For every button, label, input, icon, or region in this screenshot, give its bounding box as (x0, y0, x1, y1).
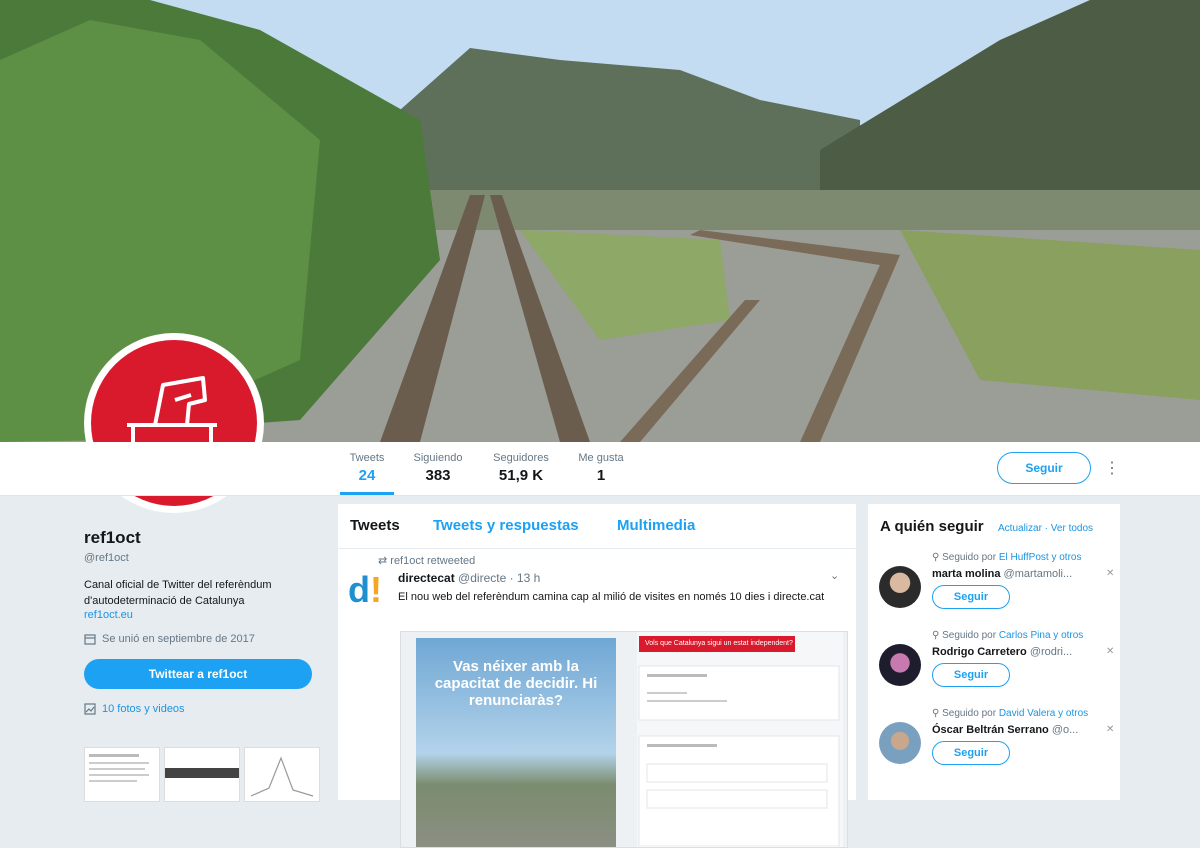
person-icon: ⚲ (932, 630, 940, 641)
thumb-logo-image (165, 766, 239, 780)
close-icon[interactable]: ✕ (1106, 724, 1114, 735)
tweet-author-handle[interactable]: @directe (458, 571, 506, 585)
suggestion-name[interactable]: Óscar Beltrán Serrano @o... (932, 724, 1078, 736)
who-to-follow-panel: A quién seguir Actualizar · Ver todos ⚲ … (868, 504, 1120, 800)
stat-likes-value: 1 (596, 467, 606, 484)
media-photo-panel: Vas néixer amb la capacitat de decidir. … (416, 638, 616, 847)
suggestion-follow-button[interactable]: Seguir (932, 663, 1010, 687)
followed-by-label: Seguido por (942, 552, 997, 563)
followed-by-text: ⚲ Seguido por David Valera y otros (932, 708, 1088, 719)
media-thumb-2[interactable] (164, 747, 240, 802)
tweet-author-name[interactable]: directecat (398, 571, 455, 585)
profile-handle: @ref1oct (84, 552, 129, 564)
photos-videos-link[interactable]: 10 fotos y videos (84, 703, 319, 715)
media-thumb-3[interactable] (244, 747, 320, 802)
suggestion-follow-button[interactable]: Seguir (932, 741, 1010, 765)
stat-followers-value: 51,9 K (498, 467, 544, 484)
avatar[interactable] (879, 722, 921, 764)
stat-likes-label: Me gusta (578, 452, 624, 464)
suggestion-handle: @rodri... (1029, 646, 1073, 658)
tweet-to-button[interactable]: Twittear a ref1oct (84, 659, 312, 689)
follow-button[interactable]: Seguir (997, 452, 1091, 484)
stat-followers[interactable]: Seguidores 51,9 K (488, 452, 554, 484)
suggestion-handle: @o... (1051, 724, 1079, 736)
followed-by-label: Seguido por (942, 630, 997, 641)
calendar-icon (84, 634, 96, 645)
photos-videos-label: 10 fotos y videos (102, 703, 185, 715)
stat-likes[interactable]: Me gusta 1 (574, 452, 628, 484)
media-thumb-1[interactable] (84, 747, 160, 802)
close-icon[interactable]: ✕ (1106, 646, 1114, 657)
suggestion-display-name: marta molina (932, 568, 1001, 580)
stat-following[interactable]: Siguiendo 383 (410, 452, 466, 484)
suggestion-display-name: Óscar Beltrán Serrano (932, 724, 1049, 736)
profile-website-link[interactable]: ref1oct.eu (84, 609, 319, 621)
vertical-dots-icon[interactable]: ⋮ (1104, 458, 1120, 478)
stat-tweets-label: Tweets (349, 452, 385, 464)
suggestion-name[interactable]: marta molina @martamoli... (932, 568, 1072, 580)
suggestion-handle: @martamoli... (1003, 568, 1073, 580)
refresh-link[interactable]: Actualizar (998, 523, 1042, 534)
suggestion-name[interactable]: Rodrigo Carretero @rodri... (932, 646, 1072, 658)
tweet-text: El nou web del referèndum camina cap al … (398, 591, 825, 603)
thumb-document-image (89, 754, 149, 782)
person-icon: ⚲ (932, 552, 940, 563)
profile-name[interactable]: ref1oct (84, 528, 319, 548)
who-to-follow-title: A quién seguir (880, 518, 984, 535)
stat-followers-label: Seguidores (493, 452, 549, 464)
profile-card: ref1oct @ref1oct Canal oficial de Twitte… (84, 528, 319, 715)
media-form-mockup (638, 665, 840, 846)
retweet-indicator: ⇄ ref1oct retweeted (378, 554, 475, 567)
tweet-timestamp[interactable]: · 13 h (510, 571, 541, 585)
followed-by-names[interactable]: El HuffPost y otros (999, 552, 1082, 563)
timeline-tabs: Tweets Tweets y respuestas Multimedia (338, 504, 856, 549)
joined-date-text: Se unió en septiembre de 2017 (102, 633, 255, 645)
suggestion-item[interactable]: ⚲ Seguido por El HuffPost y otros marta … (868, 552, 1120, 622)
media-red-label: Vols que Catalunya sigui un estat indepe… (639, 636, 795, 652)
retweet-icon: ⇄ (378, 555, 388, 567)
followed-by-names[interactable]: David Valera y otros (999, 708, 1088, 719)
suggestion-item[interactable]: ⚲ Seguido por David Valera y otros Óscar… (868, 708, 1120, 778)
view-all-link[interactable]: Ver todos (1051, 523, 1093, 534)
person-icon: ⚲ (932, 708, 940, 719)
tweet-author-avatar[interactable]: d! (348, 571, 388, 611)
stat-tweets-value: 24 (358, 467, 376, 484)
tweet-header: directecat @directe · 13 h (398, 571, 540, 585)
avatar[interactable] (879, 566, 921, 608)
who-to-follow-links: Actualizar · Ver todos (998, 523, 1094, 534)
thumb-chart-image (250, 756, 314, 797)
followed-by-text: ⚲ Seguido por El HuffPost y otros (932, 552, 1081, 563)
tweet-media-card[interactable]: Vas néixer amb la capacitat de decidir. … (400, 631, 848, 848)
tab-media[interactable]: Multimedia (617, 517, 695, 534)
suggestion-display-name: Rodrigo Carretero (932, 646, 1027, 658)
chevron-down-icon[interactable]: ⌄ (830, 569, 839, 582)
stat-following-label: Siguiendo (413, 452, 463, 464)
close-icon[interactable]: ✕ (1106, 568, 1114, 579)
followed-by-names[interactable]: Carlos Pina y otros (999, 630, 1083, 641)
suggestion-item[interactable]: ⚲ Seguido por Carlos Pina y otros Rodrig… (868, 630, 1120, 700)
followed-by-label: Seguido por (942, 708, 997, 719)
joined-date: Se unió en septiembre de 2017 (84, 633, 319, 645)
stat-following-value: 383 (425, 467, 451, 484)
profile-bio: Canal oficial de Twitter del referèndum … (84, 579, 272, 607)
stat-tweets[interactable]: Tweets 24 (340, 452, 394, 495)
tab-tweets-replies[interactable]: Tweets y respuestas (433, 517, 579, 534)
avatar[interactable] (879, 644, 921, 686)
tab-tweets[interactable]: Tweets (350, 517, 400, 534)
suggestion-follow-button[interactable]: Seguir (932, 585, 1010, 609)
followed-by-text: ⚲ Seguido por Carlos Pina y otros (932, 630, 1083, 641)
media-web-preview: Vols que Catalunya sigui un estat indepe… (637, 632, 843, 847)
photo-icon (84, 703, 96, 715)
retweet-label: ref1oct retweeted (390, 555, 476, 567)
tweet-timeline: Tweets Tweets y respuestas Multimedia ⇄ … (338, 504, 856, 848)
media-question-text: Vas néixer amb la capacitat de decidir. … (434, 658, 598, 709)
